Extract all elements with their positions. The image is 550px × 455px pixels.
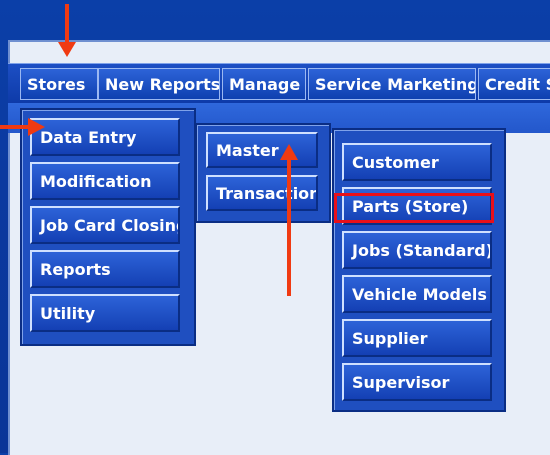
submenu-vehicle-models[interactable]: Vehicle Models: [342, 275, 492, 313]
menu-credit-system[interactable]: Credit Sy: [478, 68, 550, 100]
submenu-supplier[interactable]: Supplier: [342, 319, 492, 357]
submenu-transaction[interactable]: Transaction: [206, 175, 318, 211]
menu-stores[interactable]: Stores: [20, 68, 98, 100]
submenu-data-entry[interactable]: Data Entry: [30, 118, 180, 156]
submenu-job-card-closing[interactable]: Job Card Closing: [30, 206, 180, 244]
arrow-down-icon: [58, 4, 76, 57]
submenu-jobs-standard[interactable]: Jobs (Standard): [342, 231, 492, 269]
arrow-right-icon: [0, 118, 45, 136]
menu-manage[interactable]: Manage: [222, 68, 306, 100]
submenu-master[interactable]: Master: [206, 132, 318, 168]
submenu-utility[interactable]: Utility: [30, 294, 180, 332]
submenu-reports[interactable]: Reports: [30, 250, 180, 288]
submenu-customer[interactable]: Customer: [342, 143, 492, 181]
arrow-up-icon: [280, 144, 298, 296]
menu-new-reports[interactable]: New Reports: [98, 68, 220, 100]
submenu-supervisor[interactable]: Supervisor: [342, 363, 492, 401]
submenu-modification[interactable]: Modification: [30, 162, 180, 200]
menu-bar: Stores New Reports Manage Service Market…: [8, 63, 550, 105]
parts-store-highlight-box: [334, 193, 494, 223]
menu-service-marketing[interactable]: Service Marketing: [308, 68, 476, 100]
